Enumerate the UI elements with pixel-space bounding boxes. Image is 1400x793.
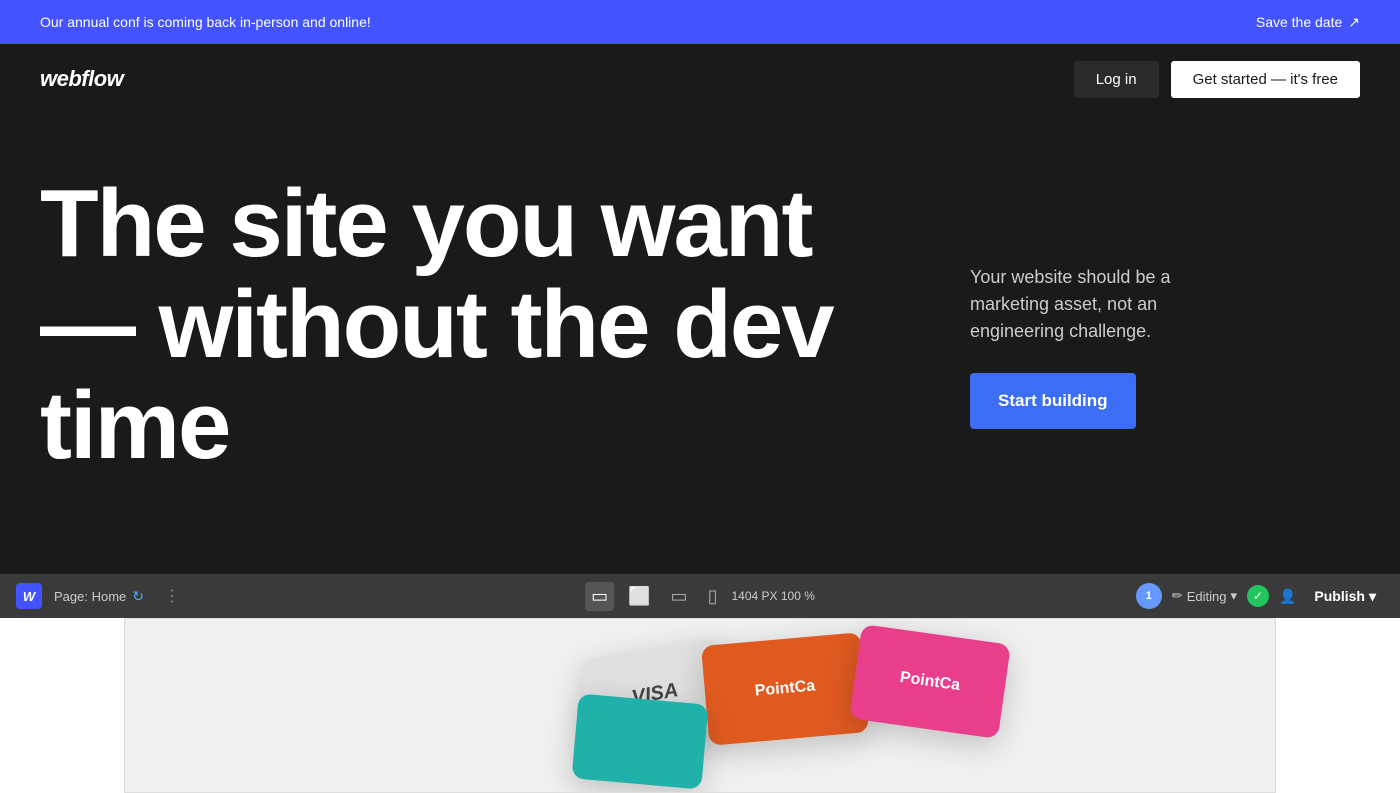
checkmark-icon: ✓ [1253, 589, 1263, 603]
saved-status-icon: ✓ [1247, 585, 1269, 607]
tablet-portrait-icon[interactable]: ▭ [665, 582, 694, 611]
hero-headline: The site you want — without the dev time [40, 174, 910, 476]
announcement-text: Our annual conf is coming back in-person… [40, 14, 371, 30]
nav-actions: Log in Get started — it's free [1074, 61, 1360, 98]
editor-right-actions: 1 ✏ Editing ▾ ✓ 👤 Publish ▾ [1136, 583, 1384, 609]
pencil-icon: ✏ [1172, 588, 1183, 604]
cards-container: VISA PointCa PointCa [125, 619, 1275, 792]
login-button[interactable]: Log in [1074, 61, 1159, 98]
hero-subtext: Your website should be a marketing asset… [970, 264, 1230, 345]
publish-button[interactable]: Publish ▾ [1306, 584, 1384, 609]
hero-section: The site you want — without the dev time… [0, 114, 1400, 574]
pointca-orange-card: PointCa [701, 632, 869, 746]
pointca-pink-card: PointCa [849, 624, 1011, 739]
webflow-logo: webflow [40, 66, 123, 92]
editor-bar: W Page: Home ↻ ⋮ ▭ ⬜ ▭ ▯ 1404 PX 100 % 1… [0, 574, 1400, 618]
external-link-icon: ↗ [1348, 14, 1360, 31]
page-label: Page: Home ↻ [54, 588, 144, 605]
hero-right: Your website should be a marketing asset… [910, 174, 1360, 429]
save-the-date-label: Save the date [1256, 14, 1342, 30]
editing-label: ✏ Editing ▾ [1172, 588, 1237, 604]
mobile-icon[interactable]: ▯ [702, 582, 724, 611]
navbar: webflow Log in Get started — it's free [0, 44, 1400, 114]
more-options-icon[interactable]: ⋮ [164, 586, 180, 606]
start-building-button[interactable]: Start building [970, 373, 1136, 429]
collaborator-icon: 👤 [1279, 588, 1296, 605]
tablet-landscape-icon[interactable]: ⬜ [622, 582, 656, 611]
webflow-w-icon: W [16, 583, 42, 609]
collaborator-avatar: 1 [1136, 583, 1162, 609]
announcement-bar: Our annual conf is coming back in-person… [0, 0, 1400, 44]
publish-chevron-icon: ▾ [1369, 588, 1376, 605]
refresh-icon[interactable]: ↻ [132, 588, 144, 605]
get-started-button[interactable]: Get started — it's free [1171, 61, 1360, 98]
save-the-date-link[interactable]: Save the date ↗ [1256, 14, 1360, 31]
desktop-icon[interactable]: ▭ [585, 582, 614, 611]
px-info: 1404 PX 100 % [731, 589, 814, 603]
device-icons: ▭ ⬜ ▭ ▯ 1404 PX 100 % [585, 582, 815, 611]
preview-area: VISA PointCa PointCa [124, 618, 1276, 793]
editing-chevron-icon[interactable]: ▾ [1230, 588, 1237, 604]
teal-card [572, 693, 709, 789]
